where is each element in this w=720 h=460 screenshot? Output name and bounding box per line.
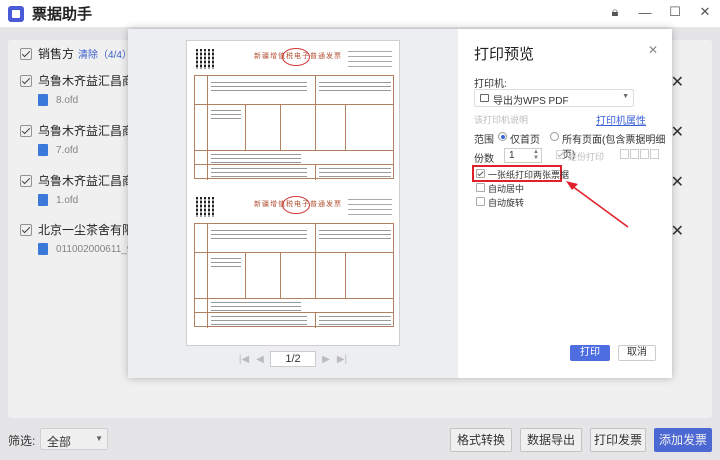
preview-area: 新疆增值税电子普通发票 新疆增值税电子普通发票 |◀ ◀ 1/2 ▶ ▶| <box>128 29 458 378</box>
invoice-grid <box>194 75 394 180</box>
copies-label: 份数 <box>474 154 494 165</box>
range-first-page-radio[interactable] <box>498 132 507 141</box>
collate-checkbox[interactable] <box>556 150 565 159</box>
auto-center-checkbox[interactable] <box>476 183 485 192</box>
qr-code <box>196 197 216 217</box>
pin-icon[interactable]: 🔒︎ <box>606 4 624 20</box>
dialog-title: 打印预览 <box>474 46 535 63</box>
stamp-mark <box>282 196 310 214</box>
page-navigator: |◀ ◀ 1/2 ▶ ▶| <box>238 351 348 367</box>
collate-preview-icon <box>630 149 639 159</box>
printer-icon <box>480 94 489 102</box>
range-label: 范围 <box>474 135 494 146</box>
dialog-close-icon[interactable]: ✕ <box>648 43 658 57</box>
next-page-icon[interactable]: ▶ <box>320 354 332 365</box>
preview-page: 新疆增值税电子普通发票 新疆增值税电子普通发票 <box>186 40 400 346</box>
collate-preview-icon <box>620 149 629 159</box>
minimize-icon[interactable]: — <box>636 5 654 20</box>
invoice-preview: 新疆增值税电子普通发票 <box>192 193 396 333</box>
print-button[interactable]: 打印 <box>570 345 610 361</box>
maximize-icon[interactable]: ☐ <box>666 4 684 20</box>
title-bar: 票据助手 🔒︎ — ☐ ✕ <box>0 0 720 28</box>
collate-label: 逐份打印 <box>568 152 605 162</box>
stepper-arrows-icon[interactable]: ▲ ▼ <box>533 149 539 161</box>
first-page-icon[interactable]: |◀ <box>238 354 250 365</box>
collate-preview-icon <box>640 149 649 159</box>
printer-select[interactable]: 导出为WPS PDF ▼ <box>474 89 634 107</box>
close-icon[interactable]: ✕ <box>696 4 714 20</box>
range-first-page-label: 仅首页 <box>510 135 540 146</box>
app-title: 票据助手 <box>32 6 93 23</box>
invoice-preview: 新疆增值税电子普通发票 <box>192 45 396 185</box>
invoice-grid <box>194 223 394 328</box>
invoice-header-fields <box>348 51 392 71</box>
copies-value: 1 <box>509 150 515 161</box>
app-logo-icon <box>8 5 24 22</box>
prev-page-icon[interactable]: ◀ <box>254 354 266 365</box>
invoice-header-fields <box>348 199 392 219</box>
chevron-down-icon: ▼ <box>622 93 629 100</box>
last-page-icon[interactable]: ▶| <box>336 354 348 365</box>
auto-center-label: 自动居中 <box>488 184 525 194</box>
print-preview-dialog: 新疆增值税电子普通发票 新疆增值税电子普通发票 |◀ ◀ 1/2 ▶ ▶| 打印… <box>128 29 672 378</box>
print-settings: 打印预览 ✕ 打印机: 导出为WPS PDF ▼ 该打印机说明 打印机属性 范围… <box>458 29 672 378</box>
page-indicator[interactable]: 1/2 <box>270 351 316 367</box>
auto-rotate-label: 自动旋转 <box>488 198 525 208</box>
range-all-pages-radio[interactable] <box>550 132 559 141</box>
collate-preview-icon <box>650 149 659 159</box>
stamp-mark <box>282 48 310 66</box>
window-controls: 🔒︎ — ☐ ✕ <box>606 4 714 20</box>
printer-properties-link[interactable]: 打印机属性 <box>596 112 646 127</box>
qr-code <box>196 49 216 69</box>
printer-tip-link[interactable]: 该打印机说明 <box>474 113 528 126</box>
printer-value: 导出为WPS PDF <box>493 96 569 107</box>
auto-rotate-checkbox[interactable] <box>476 197 485 206</box>
two-per-page-label: 一张纸打印两张票据 <box>488 170 570 180</box>
printer-label: 打印机: <box>474 79 507 90</box>
two-per-page-checkbox[interactable] <box>476 169 485 178</box>
cancel-button[interactable]: 取消 <box>618 345 656 361</box>
copies-stepper[interactable]: 1 ▲ ▼ <box>504 148 542 163</box>
